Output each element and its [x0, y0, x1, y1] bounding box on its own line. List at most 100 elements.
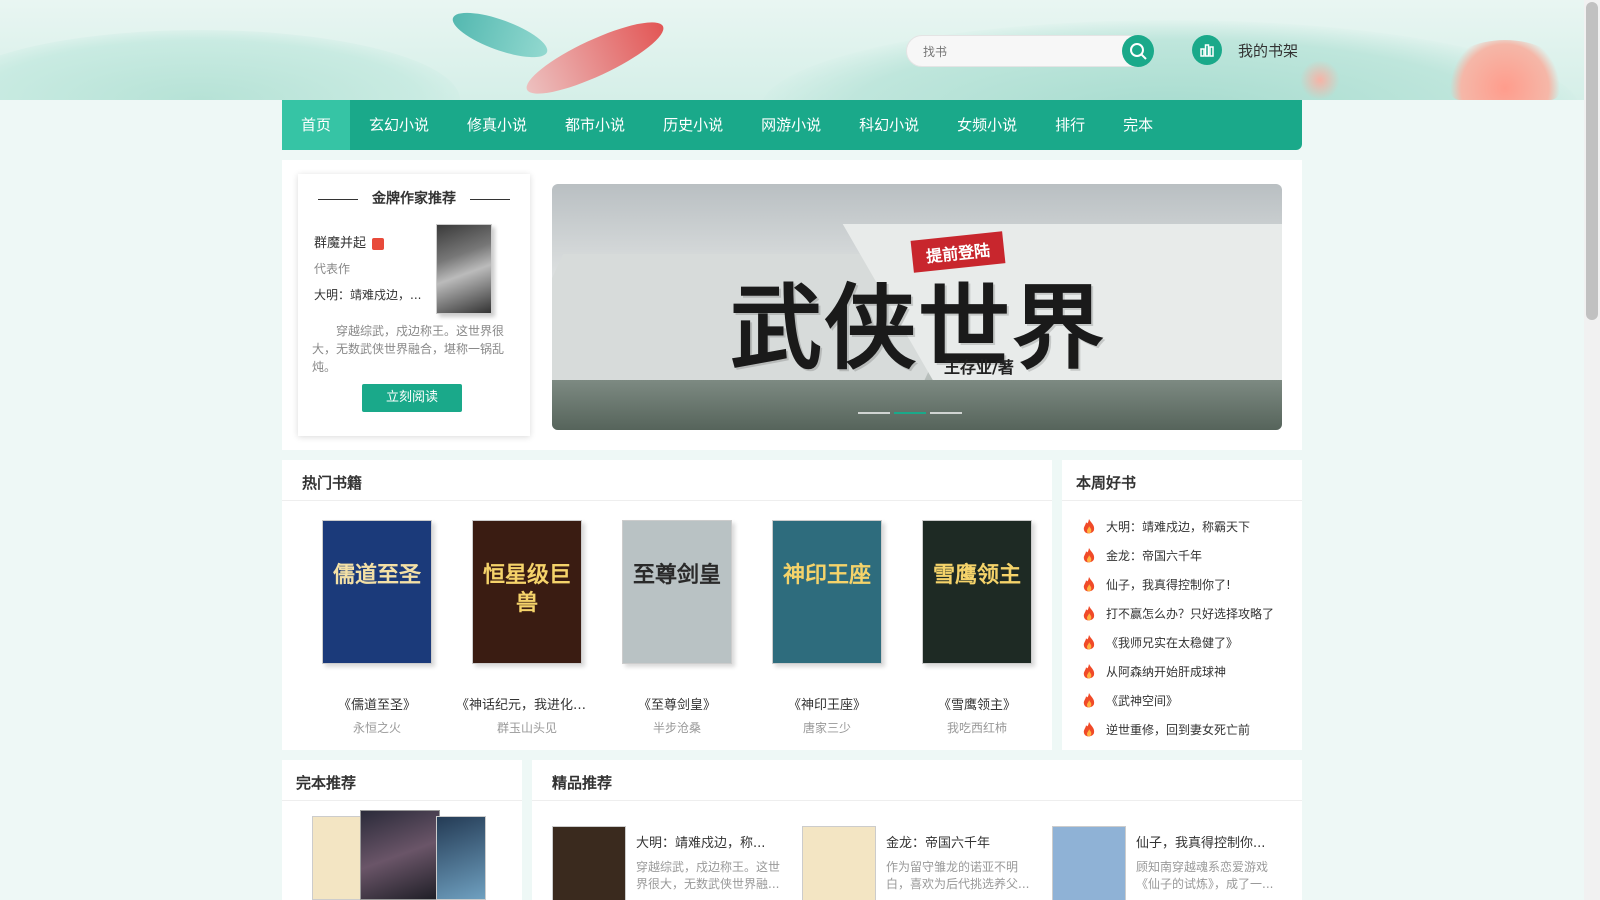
weekly-books-list: 大明：靖难戍边，称霸天下 金龙：帝国六千年仙子，我真得控制你了! 打不赢怎么办？只好…	[1082, 512, 1274, 744]
search-input[interactable]	[923, 42, 1103, 62]
book-title[interactable]: 《神话纪元，我进化成...	[452, 694, 602, 713]
premium-book-info: 大明：靖难戍边，称... 穿越综武，戍边称王。这世界很大，无数武侠世界融...	[636, 826, 786, 900]
page-scrollbar[interactable]	[1584, 0, 1600, 900]
weekly-book-title: 逆世重修，回到妻女死亡前	[1106, 723, 1251, 737]
hot-books-title: 热门书籍	[302, 474, 363, 492]
main-nav: 首页 玄幻小说 修真小说 都市小说 历史小说 网游小说 科幻小说 女频小说 排行 完本	[282, 100, 1302, 150]
author-book-description: 穿越综武，戍边称王。这世界很大，无数武侠世界融合，堪称一锅乱炖。	[312, 324, 505, 374]
book-author[interactable]: 唐家三少	[752, 719, 902, 736]
fire-icon	[1083, 576, 1095, 591]
book-cover-title: 神印王座	[782, 562, 871, 588]
book-card[interactable]: 至尊剑皇《至尊剑皇》 半步沧桑	[602, 520, 752, 736]
premium-books-section: 精品推荐 大明：靖难戍边，称... 穿越综武，戍边称王。这世界很大，无数武侠世界融…	[532, 760, 1302, 900]
representative-book-cover[interactable]	[436, 224, 492, 314]
weekly-book-title: 仙子，我真得控制你了!	[1106, 578, 1231, 592]
complete-books-stack[interactable]	[312, 810, 492, 900]
book-author[interactable]: 群玉山头见	[452, 719, 602, 736]
koi-fish-decoration	[447, 3, 553, 67]
weekly-book-item[interactable]: 大明：靖难戍边，称霸天下	[1082, 512, 1274, 541]
book-author[interactable]: 我吃西红柿	[902, 719, 1052, 736]
weekly-book-item[interactable]: 金龙：帝国六千年	[1082, 541, 1274, 570]
weekly-books-title: 本周好书	[1076, 474, 1137, 492]
carousel-dot[interactable]	[858, 412, 890, 414]
header-hill-decoration	[0, 30, 460, 100]
nav-item[interactable]: 科幻小说	[840, 100, 938, 150]
nav-item[interactable]: 女频小说	[938, 100, 1036, 150]
hot-books-section: 热门书籍 儒道至圣 《儒道至圣》 永恒之火 恒星级巨兽 《神话纪元，我进化成... 群玉山…	[282, 460, 1052, 750]
bookshelf-link[interactable]: 我的书架	[1192, 34, 1298, 66]
weekly-book-title: 《武神空间》	[1106, 694, 1179, 708]
book-card[interactable]: 神印王座《神印王座》 唐家三少	[752, 520, 902, 736]
weekly-book-item[interactable]: 逆世重修，回到妻女死亡前	[1082, 715, 1274, 744]
book-title[interactable]: 《雪鹰领主》	[902, 694, 1052, 713]
book-description: 作为留守雏龙的诺亚不明白，喜欢为后代挑选养父...	[886, 860, 1030, 891]
book-cover-title: 恒星级巨兽	[482, 562, 571, 616]
read-now-button[interactable]: 立刻阅读	[362, 384, 462, 412]
banner-carousel[interactable]: 提前登陆 武侠世界 王存业/著	[552, 184, 1282, 430]
book-title[interactable]: 仙子，我真得控制你...	[1136, 832, 1286, 851]
book-cover[interactable]: 至尊剑皇	[622, 520, 732, 664]
fire-icon	[1083, 605, 1095, 620]
weekly-book-item[interactable]: 《我师兄实在太稳健了》	[1082, 628, 1274, 657]
scrollbar-thumb[interactable]	[1586, 2, 1598, 320]
book-cover[interactable]: 恒星级巨兽	[472, 520, 582, 664]
carousel-dot[interactable]	[930, 412, 962, 414]
weekly-book-item[interactable]: 打不赢怎么办？只好选择攻略了	[1082, 599, 1274, 628]
nav-item[interactable]: 排行	[1036, 100, 1104, 150]
forest-decoration	[552, 380, 1282, 430]
bookshelf-label: 我的书架	[1238, 41, 1299, 60]
search-box[interactable]	[906, 35, 1152, 67]
nav-item[interactable]: 网游小说	[742, 100, 840, 150]
author-name[interactable]: 群魔并起	[314, 232, 385, 251]
lotus-decoration	[1450, 40, 1560, 100]
weekly-book-item[interactable]: 从阿森纳开始肝成球神	[1082, 657, 1274, 686]
weekly-book-item[interactable]: 《武神空间》	[1082, 686, 1274, 715]
book-card[interactable]: 儒道至圣《儒道至圣》 永恒之火	[302, 520, 452, 736]
book-author[interactable]: 永恒之火	[302, 719, 452, 736]
weekly-book-title: 从阿森纳开始肝成球神	[1106, 665, 1227, 679]
book-title[interactable]: 金龙：帝国六千年	[886, 832, 1036, 851]
premium-book-item[interactable]: 仙子，我真得控制你... 顾知南穿越魂系恋爱游戏《仙子的试炼》，成了一...	[1052, 826, 1302, 900]
author-badge-icon	[372, 237, 385, 250]
weekly-book-title: 大明：靖难戍边，称霸天下	[1106, 520, 1251, 534]
bookshelf-icon	[1192, 35, 1222, 65]
book-cover[interactable]: 神印王座	[772, 520, 882, 664]
nav-item[interactable]: 历史小说	[644, 100, 742, 150]
book-card[interactable]: 雪鹰领主《雪鹰领主》 我吃西红柿	[902, 520, 1052, 736]
nav-item[interactable]: 都市小说	[546, 100, 644, 150]
book-description: 穿越综武，戍边称王。这世界很大，无数武侠世界融...	[636, 860, 781, 891]
nav-item[interactable]: 修真小说	[448, 100, 546, 150]
book-card[interactable]: 恒星级巨兽《神话纪元，我进化成... 群玉山头见	[452, 520, 602, 736]
book-title[interactable]: 大明：靖难戍边，称...	[636, 832, 786, 851]
premium-book-item[interactable]: 大明：靖难戍边，称... 穿越综武，戍边称王。这世界很大，无数武侠世界融...	[552, 826, 802, 900]
fire-icon	[1083, 518, 1095, 533]
nav-item[interactable]: 首页	[282, 100, 351, 150]
nav-item[interactable]: 完本	[1104, 100, 1172, 150]
divider	[282, 500, 1052, 501]
featured-section: 金牌作家推荐 群魔并起 代表作 大明：靖难戍边，... 穿越综武，戍边称王。这世…	[282, 160, 1302, 450]
premium-book-item[interactable]: 金龙：帝国六千年作为留守雏龙的诺亚不明白，喜欢为后代挑选养父...	[802, 826, 1052, 900]
book-cover[interactable]	[1052, 826, 1126, 900]
book-cover[interactable]	[552, 826, 626, 900]
book-author[interactable]: 半步沧桑	[602, 719, 752, 736]
weekly-book-item[interactable]: 仙子，我真得控制你了!	[1082, 570, 1274, 599]
book-cover[interactable]	[360, 810, 440, 900]
search-button[interactable]	[1122, 35, 1154, 67]
fire-icon	[1083, 663, 1095, 678]
weekly-book-title: 打不赢怎么办？只好选择攻略了	[1106, 607, 1275, 621]
book-title[interactable]: 《神印王座》	[752, 694, 902, 713]
book-cover[interactable]	[802, 826, 876, 900]
book-title[interactable]: 《至尊剑皇》	[602, 694, 752, 713]
carousel-dot[interactable]	[894, 412, 926, 414]
book-title[interactable]: 《儒道至圣》	[302, 694, 452, 713]
banner-author: 王存业/著	[944, 358, 1014, 377]
weekly-book-title: 金龙：帝国六千年	[1106, 549, 1203, 563]
nav-item[interactable]: 玄幻小说	[350, 100, 448, 150]
book-cover[interactable]: 儒道至圣	[322, 520, 432, 664]
premium-book-info: 仙子，我真得控制你... 顾知南穿越魂系恋爱游戏《仙子的试炼》，成了一...	[1136, 826, 1286, 900]
premium-book-info: 金龙：帝国六千年作为留守雏龙的诺亚不明白，喜欢为后代挑选养父...	[886, 826, 1036, 900]
book-cover[interactable]: 雪鹰领主	[922, 520, 1032, 664]
representative-book-link[interactable]: 大明：靖难戍边，...	[314, 286, 426, 303]
banner-title: 武侠世界	[730, 274, 1107, 382]
book-cover[interactable]	[436, 816, 486, 900]
